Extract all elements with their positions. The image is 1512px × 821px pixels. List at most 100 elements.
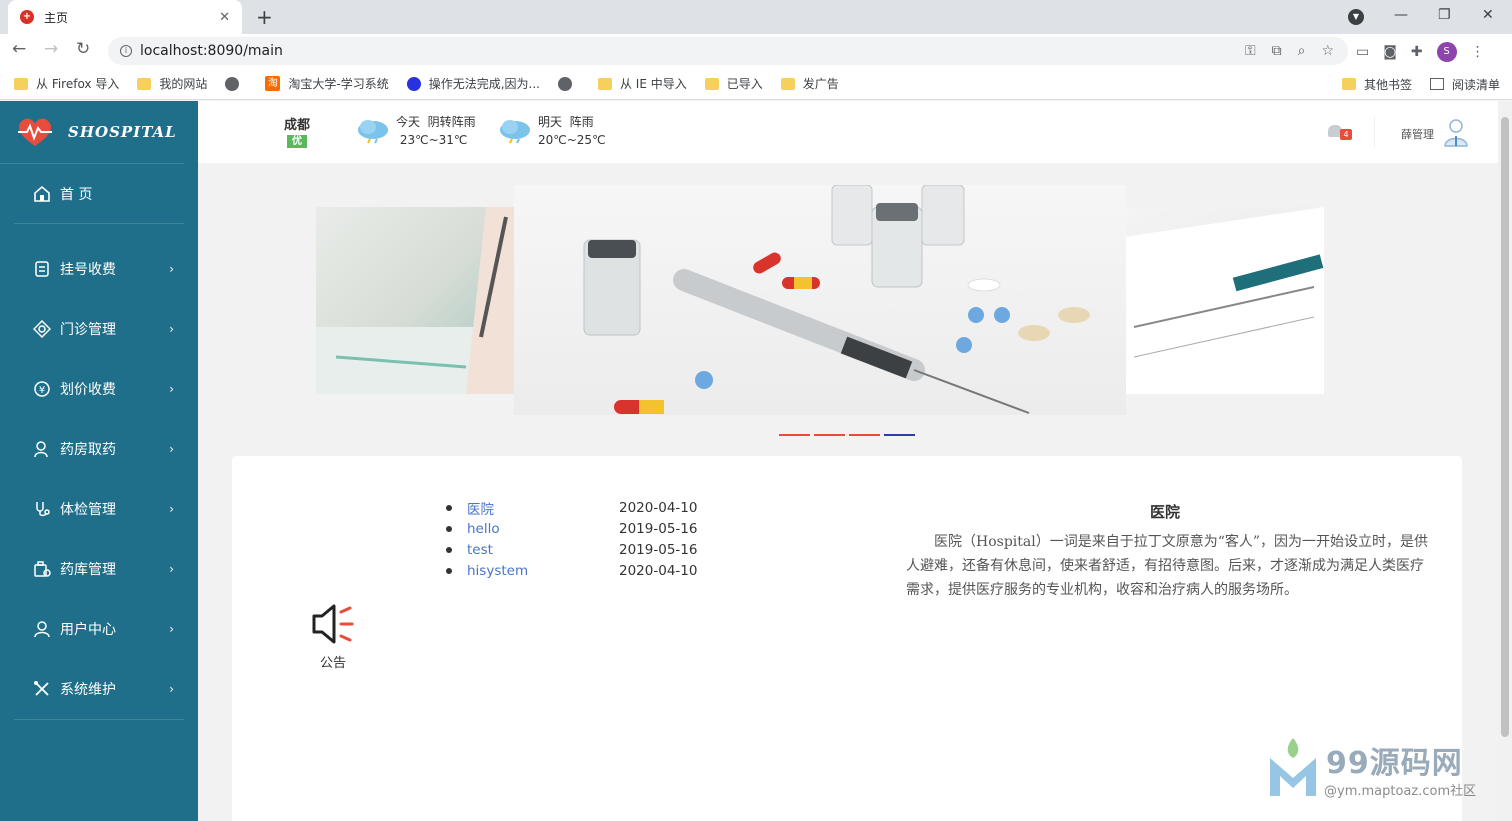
carousel-slide-active[interactable] [514, 185, 1126, 415]
bookmark-ie[interactable]: 从 IE 中导入 [597, 75, 687, 92]
tools-icon [32, 679, 52, 699]
carousel-dot[interactable] [849, 434, 880, 436]
carousel-dot[interactable] [814, 434, 845, 436]
sidebar-item-label: 用户中心 [60, 622, 116, 638]
carousel-indicators [779, 434, 915, 436]
sidebar-item-label: 体检管理 [60, 502, 116, 518]
sidebar-item-pharmacy[interactable]: 药房取药 › [0, 419, 198, 479]
chevron-right-icon: › [169, 682, 174, 696]
weather-tomorrow: 明天 阵雨 20℃~25℃ [498, 113, 606, 149]
rain-cloud-icon [358, 120, 388, 144]
sidebar-item-label: 划价收费 [60, 382, 116, 398]
key-icon[interactable]: ⚿ [1245, 43, 1256, 59]
browser-tabbar: + 主页 ✕ + ▼ — ❐ ✕ [0, 0, 1512, 34]
restore-icon[interactable]: ❐ [1438, 7, 1451, 23]
folder-icon [597, 77, 612, 90]
back-icon[interactable]: ← [12, 39, 26, 59]
svg-text:¥: ¥ [39, 385, 45, 396]
list-item: hisystem 2020-04-10 [446, 560, 697, 581]
avatar[interactable] [1444, 117, 1468, 147]
browser-tab[interactable]: + 主页 ✕ [8, 0, 242, 34]
bookmark-other[interactable]: 其他书签 [1341, 76, 1412, 93]
sidebar-item-home[interactable]: 首 页 [14, 164, 184, 224]
globe-icon [557, 76, 572, 91]
address-bar[interactable]: i localhost:8090/main ⚿ ⧉ ⌕ ☆ [108, 37, 1348, 65]
notification-badge: 4 [1340, 129, 1352, 140]
reload-icon[interactable]: ↻ [76, 39, 90, 59]
bookmark-firefox[interactable]: 从 Firefox 导入 [14, 75, 119, 92]
register-icon [32, 259, 52, 279]
sidebar-item-pricing[interactable]: ¥ 划价收费 › [0, 359, 198, 419]
list-item: 医院 2020-04-10 [446, 497, 697, 518]
notice-link[interactable]: hello [467, 521, 619, 537]
heart-pulse-icon [18, 118, 52, 146]
notice-link[interactable]: test [467, 542, 619, 558]
camera-icon[interactable]: ◙ [1383, 44, 1397, 60]
zoom-icon[interactable]: ⌕ [1298, 43, 1306, 59]
chevron-right-icon: › [169, 322, 174, 336]
pharmacy-icon [32, 439, 52, 459]
profile-avatar[interactable]: S [1436, 42, 1457, 62]
page-scrollbar[interactable] [1498, 101, 1512, 821]
notice-link[interactable]: hisystem [467, 563, 619, 579]
sidebar-item-clinic[interactable]: 门诊管理 › [0, 299, 198, 359]
bookmark-mysite[interactable]: 我的网站 [137, 75, 207, 92]
bookmark-taobao[interactable]: 淘淘宝大学-学习系统 [265, 75, 389, 92]
chevron-right-icon: › [169, 262, 174, 276]
bookmark-globe-2[interactable] [557, 76, 580, 91]
close-window-icon[interactable]: ✕ [1482, 7, 1494, 23]
sidebar-item-system[interactable]: 系统维护 › [0, 659, 198, 719]
watermark-sub: @ym.maptoaz.com社区 [1324, 784, 1477, 799]
sidebar-item-register[interactable]: 挂号收费 › [0, 239, 198, 299]
pricing-icon: ¥ [32, 379, 52, 399]
carousel-slide-next[interactable] [1124, 207, 1324, 394]
image-carousel[interactable] [198, 163, 1498, 453]
watermark: 99源码网 @ym.maptoaz.com社区 [1268, 736, 1498, 806]
sidebar-item-checkup[interactable]: 体检管理 › [0, 479, 198, 539]
chevron-right-icon: › [169, 382, 174, 396]
bookmark-imported[interactable]: 已导入 [704, 75, 763, 92]
menu-dots-icon[interactable]: ⋮ [1471, 44, 1485, 60]
new-tab-icon[interactable]: + [256, 5, 273, 29]
translate-icon[interactable]: ⧉ [1272, 43, 1282, 59]
carousel-slide-prev[interactable] [316, 207, 516, 394]
notice-date: 2019-05-16 [619, 520, 698, 537]
sidebar-item-user-center[interactable]: 用户中心 › [0, 599, 198, 659]
stethoscope-icon [32, 499, 52, 519]
sidebar-item-warehouse[interactable]: 药库管理 › [0, 539, 198, 599]
puzzle-icon[interactable]: ✚ [1411, 44, 1423, 60]
reader-ext-icon[interactable]: ▭ [1356, 44, 1369, 60]
warehouse-icon [32, 559, 52, 579]
bookmark-ads[interactable]: 发广告 [780, 75, 839, 92]
folder-icon [137, 77, 152, 90]
bullet [446, 504, 452, 511]
watermark-logo [1270, 738, 1316, 796]
forward-icon[interactable]: → [44, 39, 58, 59]
weather-city: 成都 优 [284, 118, 311, 148]
scroll-thumb[interactable] [1501, 117, 1509, 737]
star-icon[interactable]: ☆ [1321, 43, 1334, 59]
sidebar-item-label: 药库管理 [60, 562, 116, 578]
bookmark-baidu[interactable]: 操作无法完成,因为... [406, 75, 540, 92]
carousel-dot[interactable] [779, 434, 810, 436]
sidebar: SHOSPITAL 首 页 挂号收费 › 门诊管理 › ¥ 划价收费 › 药房取… [0, 101, 198, 821]
favicon-icon: + [20, 10, 34, 24]
close-icon[interactable]: ✕ [219, 10, 230, 25]
sidebar-item-label: 挂号收费 [60, 262, 116, 278]
browser-toolbar: ← → ↻ i localhost:8090/main ⚿ ⧉ ⌕ ☆ ▭ ◙ … [0, 34, 1512, 68]
notice-link[interactable]: 医院 [467, 498, 619, 518]
bookmark-globe[interactable] [225, 76, 247, 91]
minimize-icon[interactable]: — [1394, 7, 1408, 23]
speaker-icon [312, 604, 354, 644]
sidebar-item-label: 系统维护 [60, 682, 116, 698]
tab-search-icon[interactable]: ▼ [1348, 9, 1364, 25]
weather-today: 今天 阴转阵雨 23℃~31℃ [356, 113, 476, 149]
carousel-dot-active[interactable] [884, 434, 915, 436]
chevron-right-icon: › [169, 502, 174, 516]
list-item: test 2019-05-16 [446, 539, 697, 560]
user-name[interactable]: 薛管理 [1401, 126, 1434, 142]
notice-label: 公告 [320, 656, 347, 671]
bookmark-reading-list[interactable]: 阅读清单 [1429, 76, 1500, 93]
rain-cloud-icon [500, 120, 530, 144]
info-icon[interactable]: i [120, 45, 132, 57]
